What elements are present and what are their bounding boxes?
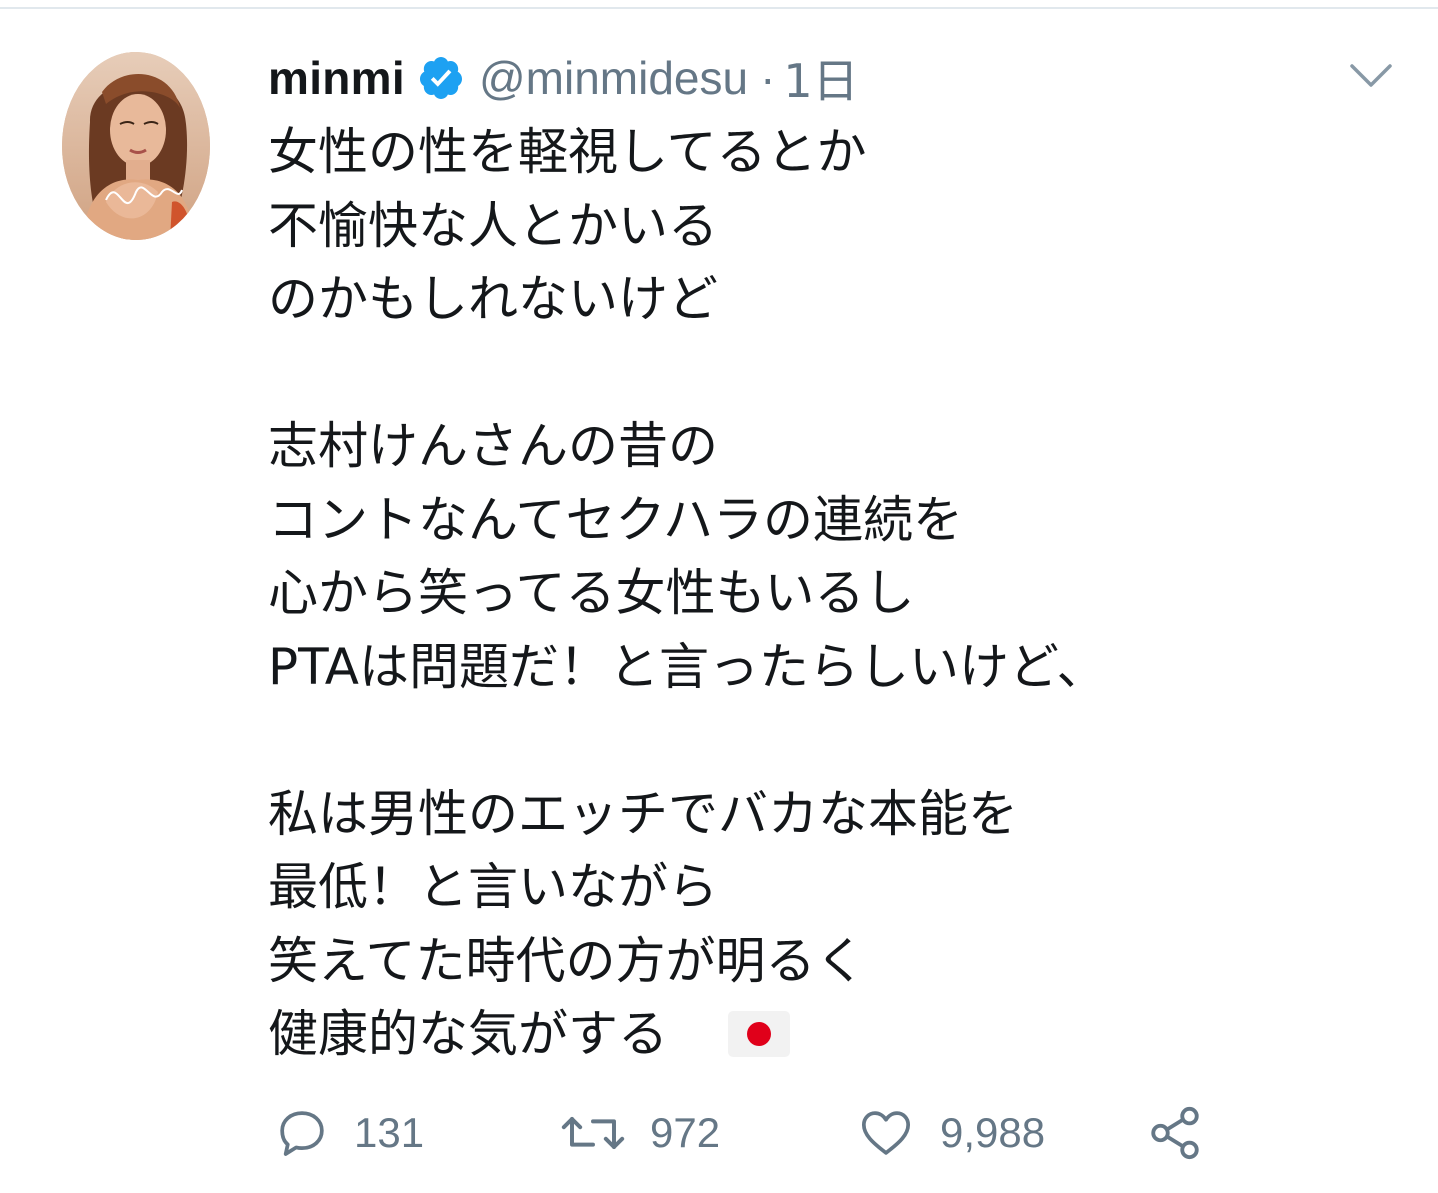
display-name[interactable]: minmi [268, 51, 405, 105]
tweet-line: のかもしれないけど [268, 270, 718, 328]
user-handle[interactable]: @minmidesu [479, 51, 748, 105]
tweet-line: 不愉快な人とかいる [268, 196, 718, 255]
tweet-view: minmi @minmidesu · 1日 女性の性を軽視してるとか 不愉快な人… [0, 0, 1438, 1193]
share-icon [1151, 1106, 1199, 1160]
avatar[interactable] [62, 52, 210, 240]
separator-dot: · [760, 52, 776, 104]
verified-badge-icon [417, 54, 465, 102]
chevron-down-icon[interactable] [1348, 60, 1394, 92]
tweet-line-last: 健康的な気がする [268, 998, 1398, 1072]
tweet-line: 笑えてた時代の方が明るく [268, 931, 866, 990]
like-count: 9,988 [940, 1109, 1046, 1156]
tweet-line: 最低！と言いながら [268, 858, 718, 916]
tweet-line: 志村けんさんの昔の [268, 417, 718, 475]
flag-japan-icon [728, 1010, 790, 1057]
top-divider [0, 7, 1438, 9]
tweet-header: minmi @minmidesu · 1日 [268, 46, 859, 110]
reply-icon [280, 1111, 324, 1156]
retweet-button[interactable]: 972 [560, 1098, 720, 1168]
tweet-body: 女性の性を軽視してるとか 不愉快な人とかいる のかもしれないけど 志村けんさんの… [268, 116, 1398, 1072]
tweet-line: 女性の性を軽視してるとか [268, 123, 867, 181]
retweet-icon [561, 1117, 625, 1149]
action-bar: 131 972 9,988 [0, 1098, 1438, 1168]
heart-icon [861, 1111, 911, 1155]
tweet-timestamp[interactable]: 1日 [783, 45, 858, 111]
tweet-line-text: 健康的な気がする [268, 1005, 668, 1063]
share-button[interactable] [1146, 1098, 1204, 1168]
tweet-line: 私は男性のエッチでバカな本能を [268, 784, 1018, 843]
tweet-line: PTAは問題だ！と言ったらしいけど、 [268, 637, 1107, 696]
tweet-line: 心から笑ってる女性もいるし [268, 564, 915, 622]
reply-count: 131 [354, 1109, 425, 1156]
like-button[interactable]: 9,988 [856, 1098, 1045, 1168]
retweet-count: 972 [650, 1109, 721, 1156]
reply-button[interactable]: 131 [274, 1098, 424, 1168]
tweet-line: コントなんてセクハラの連続を [268, 490, 963, 549]
